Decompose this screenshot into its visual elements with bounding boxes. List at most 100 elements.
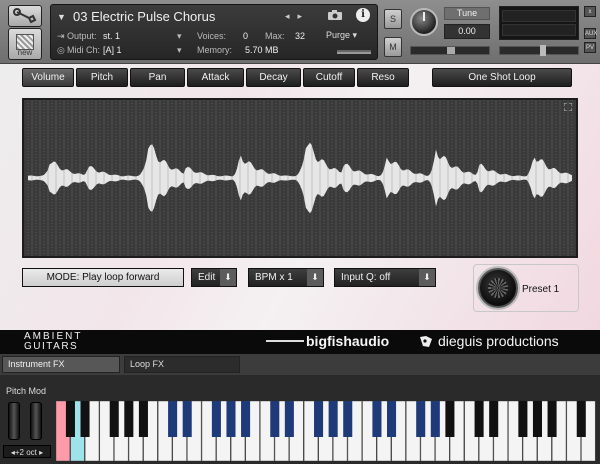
volume-slider[interactable] [499,45,579,56]
tab-pan[interactable]: Pan [130,68,185,87]
waveform-graph [27,100,573,256]
tune-value[interactable]: 0.00 [444,24,490,39]
new-instrument-button[interactable]: new [8,28,42,60]
preset-label: Preset 1 [522,284,560,295]
ambient-guitars-logo: AMBIENT GUITARS [24,332,82,352]
black-key[interactable] [343,401,353,437]
purge-label: Purge [326,30,351,40]
black-key[interactable] [387,401,397,437]
tab-cutoff[interactable]: Cutoff [303,68,355,87]
black-key[interactable] [168,401,178,437]
pitch-wheel[interactable] [8,402,20,440]
mod-wheel[interactable] [30,402,42,440]
pitch-mod-label: Pitch Mod [6,386,47,396]
level-meter-left [502,10,576,22]
mode-selector[interactable]: MODE: Play loop forward [22,268,184,287]
black-key[interactable] [474,401,484,437]
black-key[interactable] [489,401,499,437]
black-key[interactable] [80,401,90,437]
voices-value: 0 [243,31,249,41]
edit-dropdown[interactable]: Edit ⬇ [191,268,237,287]
midi-dropdown-icon[interactable]: ▾ [177,45,182,56]
purge-meter [337,50,371,54]
black-key[interactable] [138,401,148,437]
black-key[interactable] [445,401,455,437]
black-key[interactable] [109,401,119,437]
output-label: Output: [67,31,97,41]
bpm-arrow-icon[interactable]: ⬇ [307,269,323,286]
black-key[interactable] [518,401,528,437]
bigfish-waveform-icon [266,340,304,343]
pan-slider[interactable] [410,46,490,55]
tab-volume[interactable]: Volume [22,68,74,87]
purge-dropdown[interactable]: Purge ▾ [326,30,357,41]
max-label: Max: [265,31,285,41]
octave-selector[interactable]: ◂+2 oct ▸ [3,445,51,458]
one-shot-loop-button[interactable]: One Shot Loop [432,68,572,87]
tab-reso[interactable]: Reso [357,68,409,87]
close-button[interactable]: x [584,6,596,17]
edit-label: Edit [198,272,216,283]
bigfishaudio-logo: bigfishaudio [306,333,390,349]
black-key[interactable] [211,401,221,437]
max-voices-value[interactable]: 32 [295,31,305,41]
black-key[interactable] [328,401,338,437]
tab-pitch[interactable]: Pitch [76,68,128,87]
output-value[interactable]: st. 1 [103,31,120,41]
tune-label: Tune [444,7,490,20]
midi-icon: ◎ [57,45,65,55]
output-icon: ⇥ [57,31,65,41]
memory-value: 5.70 MB [245,45,279,55]
tune-knob[interactable] [410,8,438,36]
black-key[interactable] [241,401,251,437]
black-key[interactable] [372,401,382,437]
black-key[interactable] [576,401,586,437]
info-icon[interactable]: i [356,8,370,22]
bpm-dropdown[interactable]: BPM x 1 ⬇ [248,268,324,287]
mute-button[interactable]: M [384,37,402,57]
instrument-info-panel: ▼ 03 Electric Pulse Chorus ◂▸ i ⇥ Output… [50,4,378,60]
tab-attack[interactable]: Attack [187,68,244,87]
memory-label: Memory: [197,45,233,55]
input-quantize-arrow-icon[interactable]: ⬇ [419,269,435,286]
instrument-nav-arrows[interactable]: ◂▸ [285,11,310,22]
black-key[interactable] [226,401,236,437]
wrench-icon[interactable] [8,5,42,27]
input-quantize-dropdown[interactable]: Input Q: off ⬇ [334,268,436,287]
black-key[interactable] [65,401,75,437]
keyboard-area: Pitch Mod ◂+2 oct ▸ [0,375,600,464]
piano-keyboard[interactable] [56,401,596,461]
level-meter [499,6,579,40]
tab-decay[interactable]: Decay [246,68,301,87]
dieguis-logo-icon [420,336,432,347]
input-quantize-label: Input Q: off [341,272,391,283]
black-key[interactable] [547,401,557,437]
tab-loop-fx[interactable]: Loop FX [124,356,240,373]
collapse-icon[interactable]: ▼ [57,12,66,22]
tab-instrument-fx[interactable]: Instrument FX [2,356,120,373]
edit-arrow-icon[interactable]: ⬇ [220,269,236,286]
black-key[interactable] [124,401,134,437]
logo-line-2: GUITARS [24,341,79,352]
bpm-label: BPM x 1 [255,272,293,283]
pan-slider-thumb[interactable] [447,47,455,54]
black-key[interactable] [416,401,426,437]
camera-icon[interactable] [327,9,343,21]
volume-slider-thumb[interactable] [540,45,546,56]
black-key[interactable] [532,401,542,437]
black-key[interactable] [430,401,440,437]
black-key[interactable] [270,401,280,437]
waveform-display[interactable] [22,98,578,258]
instrument-header: new ▼ 03 Electric Pulse Chorus ◂▸ i ⇥ Ou… [0,0,600,64]
preset-knob[interactable] [478,268,518,308]
black-key[interactable] [182,401,192,437]
output-dropdown-icon[interactable]: ▾ [177,31,182,42]
expand-icon[interactable] [564,103,572,111]
black-key[interactable] [284,401,294,437]
pv-button[interactable]: PV [584,42,596,53]
black-key[interactable] [314,401,324,437]
solo-button[interactable]: S [384,9,402,29]
midi-channel-value[interactable]: [A] 1 [103,45,122,55]
instrument-name[interactable]: 03 Electric Pulse Chorus [73,9,215,24]
aux-button[interactable]: AUX [584,28,597,39]
